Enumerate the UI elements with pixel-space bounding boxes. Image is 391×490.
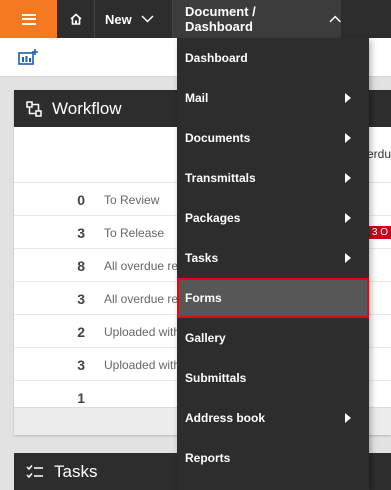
menu-item-label: Gallery [185, 331, 226, 345]
menu-item-label: Documents [185, 131, 251, 145]
submenu-arrow-icon [345, 253, 351, 263]
tasks-panel-title: Tasks [54, 461, 98, 481]
submenu-arrow-icon [345, 213, 351, 223]
workflow-row-count: 3 [77, 291, 85, 307]
menu-item-address-book[interactable]: Address book [177, 398, 369, 438]
menu-item-packages[interactable]: Packages [177, 198, 369, 238]
new-menu-label: New [105, 11, 132, 27]
menu-item-label: Reports [185, 451, 231, 465]
menu-item-label: Submittals [185, 371, 247, 385]
workflow-row-count: 1 [77, 390, 85, 406]
workflow-panel-title: Workflow [52, 98, 122, 118]
chevron-up-icon [329, 15, 341, 23]
menu-item-label: Packages [185, 211, 241, 225]
workflow-row-count: 3 [77, 225, 85, 241]
hamburger-menu-button[interactable] [0, 0, 57, 38]
menu-item-forms[interactable]: Forms [177, 278, 369, 318]
menu-item-label: Dashboard [185, 51, 248, 65]
menu-item-tasks[interactable]: Tasks [177, 238, 369, 278]
menu-item-dashboard[interactable]: Dashboard [177, 38, 369, 78]
overdue-badge: 3 O [368, 226, 391, 239]
workflow-row-label[interactable]: To Review [104, 193, 159, 207]
document-dashboard-menu-button[interactable]: Document / Dashboard [173, 0, 341, 38]
workflow-row-label[interactable]: Uploaded with [104, 325, 180, 339]
menu-item-gallery[interactable]: Gallery [177, 318, 369, 358]
hamburger-icon [21, 13, 36, 25]
menu-item-label: Address book [185, 411, 266, 425]
submenu-arrow-icon [345, 133, 351, 143]
workflow-row-label[interactable]: All overdue re [104, 259, 178, 273]
top-navigation-bar: New Document / Dashboard [0, 0, 391, 38]
menu-item-transmittals[interactable]: Transmittals [177, 158, 369, 198]
menu-item-label: Transmittals [185, 171, 256, 185]
document-dashboard-label: Document / Dashboard [185, 4, 256, 34]
document-dashboard-dropdown-menu: Dashboard Mail Documents Transmittals Packag… [177, 38, 369, 490]
menu-item-label: Tasks [185, 251, 219, 265]
menu-item-submittals[interactable]: Submittals [177, 358, 369, 398]
chevron-down-icon [141, 15, 154, 23]
menu-item-label: Forms [185, 291, 222, 305]
workflow-row-label[interactable]: Uploaded with [104, 358, 180, 372]
home-button[interactable] [57, 0, 95, 38]
new-menu-button[interactable]: New [95, 0, 173, 38]
workflow-row-count: 0 [77, 192, 85, 208]
workflow-row-label[interactable]: All overdue re [104, 292, 178, 306]
workflow-icon [26, 100, 42, 117]
home-icon [69, 13, 82, 25]
add-widget-icon[interactable] [18, 48, 40, 66]
workflow-row-label[interactable]: To Release [104, 226, 164, 240]
workflow-row-count: 3 [77, 357, 85, 373]
workflow-row-count: 2 [77, 324, 85, 340]
menu-item-label: Mail [185, 91, 209, 105]
task-list-icon [26, 464, 43, 478]
submenu-arrow-icon [345, 93, 351, 103]
menu-item-documents[interactable]: Documents [177, 118, 369, 158]
submenu-arrow-icon [345, 413, 351, 423]
menu-item-reports[interactable]: Reports [177, 438, 369, 478]
workflow-row-count: 8 [77, 258, 85, 274]
submenu-arrow-icon [345, 173, 351, 183]
menu-item-mail[interactable]: Mail [177, 78, 369, 118]
